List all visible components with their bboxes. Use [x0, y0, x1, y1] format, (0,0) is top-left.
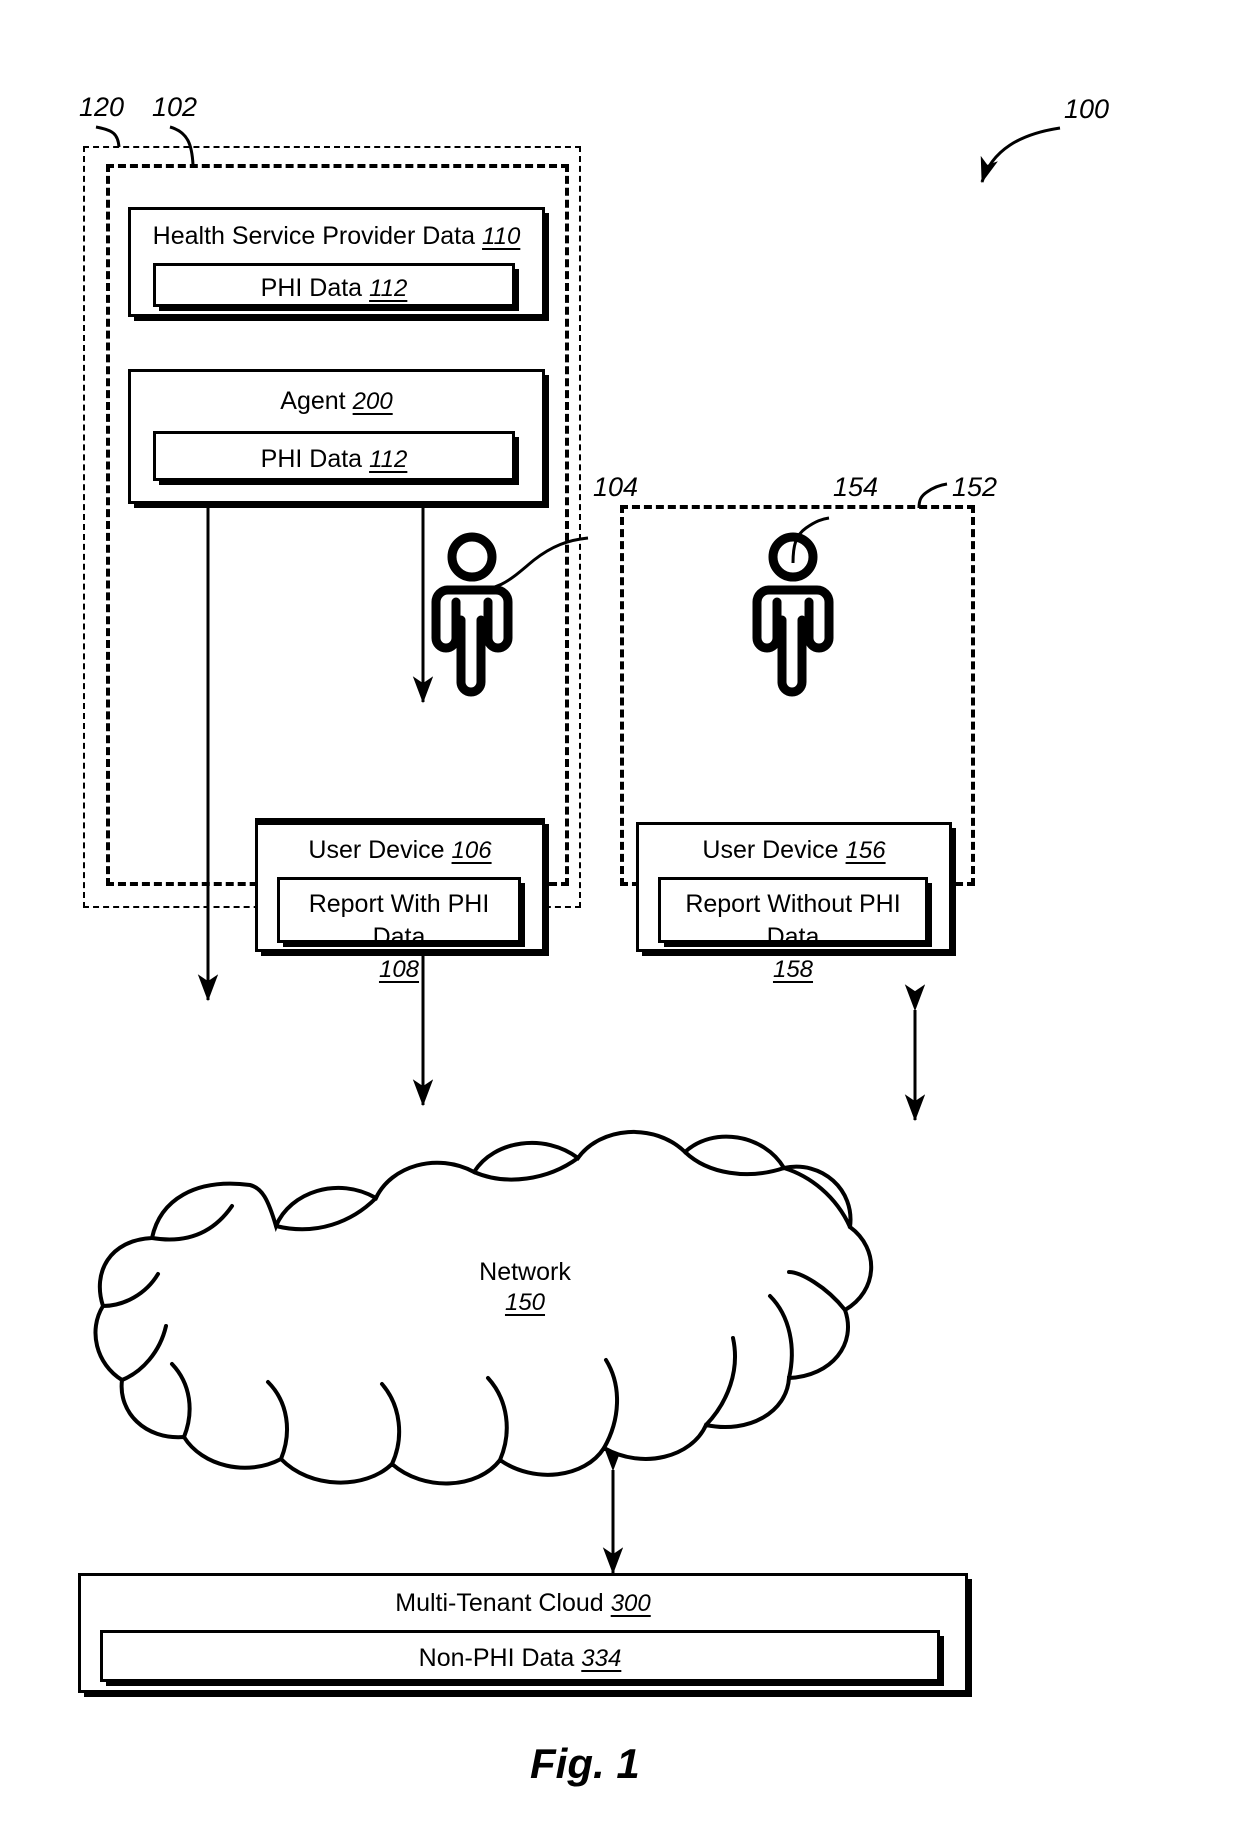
- phi-data-box-agent-inner: PHI Data 112: [153, 431, 515, 481]
- report-without-phi-data-ref: 158: [772, 956, 814, 983]
- network-ref: 150: [504, 1288, 546, 1316]
- ref-label-154: 154: [833, 472, 879, 502]
- phi-data-title-agent: PHI Data 112: [156, 447, 512, 472]
- non-phi-data-title: Non-PHI Data 334: [103, 1646, 937, 1671]
- health-service-provider-data-box: Health Service Provider Data 110 PHI Data…: [128, 207, 545, 317]
- hspd-title-text: Health Service Provider Data: [152, 222, 476, 250]
- ref-label-104: 104: [593, 472, 639, 502]
- phi-data-box-110-inner: PHI Data 112: [153, 263, 515, 307]
- report-with-phi-data-text: Report With PHI Data: [308, 890, 490, 951]
- report-without-phi-data-text: Report Without PHI Data: [685, 890, 901, 951]
- phi-data-text-agent: PHI Data: [260, 445, 363, 473]
- person-icon-104: [431, 532, 513, 697]
- user-device-156-title-text: User Device: [702, 836, 839, 864]
- ref-label-100: 100: [1064, 94, 1110, 124]
- ref-label-152: 152: [952, 472, 998, 502]
- multi-tenant-cloud-ref: 300: [610, 1590, 651, 1617]
- user-device-106: User Device 106 Report With PHI Data 108: [255, 822, 545, 983]
- non-phi-data-box: Non-PHI Data 334: [100, 1630, 940, 1682]
- phi-data-title-110: PHI Data 112: [156, 276, 512, 301]
- report-without-phi-data-title: Report Without PHI Data 158: [661, 888, 925, 986]
- user-device-106-title-text: User Device: [308, 836, 445, 864]
- network-label: Network 150: [440, 1258, 610, 1317]
- patent-figure-page: 120 102 100 104 154 152 Health Service P…: [0, 0, 1240, 1835]
- multi-tenant-cloud-title-text: Multi-Tenant Cloud: [395, 1589, 604, 1617]
- agent-title: Agent 200: [131, 389, 542, 414]
- agent-ref: 200: [352, 388, 393, 415]
- user-device-156-ref: 156: [845, 837, 886, 864]
- figure-caption: Fig. 1: [530, 1740, 640, 1787]
- network-title-text: Network: [479, 1258, 571, 1286]
- user-device-156-title: User Device 156: [639, 838, 949, 863]
- ref-label-102: 102: [152, 92, 198, 122]
- report-with-phi-data-title: Report With PHI Data 108: [280, 888, 518, 986]
- ref-label-120: 120: [79, 92, 125, 122]
- user-device-106-ref: 106: [451, 837, 492, 864]
- non-phi-data-ref: 334: [581, 1645, 622, 1672]
- health-service-provider-data-title: Health Service Provider Data 110: [131, 224, 542, 249]
- multi-tenant-cloud-box: Multi-Tenant Cloud 300 Non-PHI Data 334: [78, 1573, 968, 1693]
- report-with-phi-data-box: Report With PHI Data 108: [277, 877, 521, 983]
- agent-box: Agent 200 PHI Data 112: [128, 369, 545, 504]
- phi-data-ref-110: 112: [369, 275, 408, 302]
- hspd-ref: 110: [482, 223, 521, 250]
- report-with-phi-data-ref: 108: [378, 956, 420, 983]
- report-without-phi-data-box: Report Without PHI Data 158: [658, 877, 928, 983]
- phi-data-text-110: PHI Data: [260, 274, 363, 302]
- agent-title-text: Agent: [280, 387, 346, 415]
- user-device-106-title: User Device 106: [258, 838, 542, 863]
- non-phi-data-text: Non-PHI Data: [418, 1644, 575, 1672]
- multi-tenant-cloud-title: Multi-Tenant Cloud 300: [81, 1591, 965, 1616]
- user-device-156: User Device 156 Report Without PHI Data 1…: [636, 822, 952, 983]
- phi-data-ref-agent: 112: [369, 446, 408, 473]
